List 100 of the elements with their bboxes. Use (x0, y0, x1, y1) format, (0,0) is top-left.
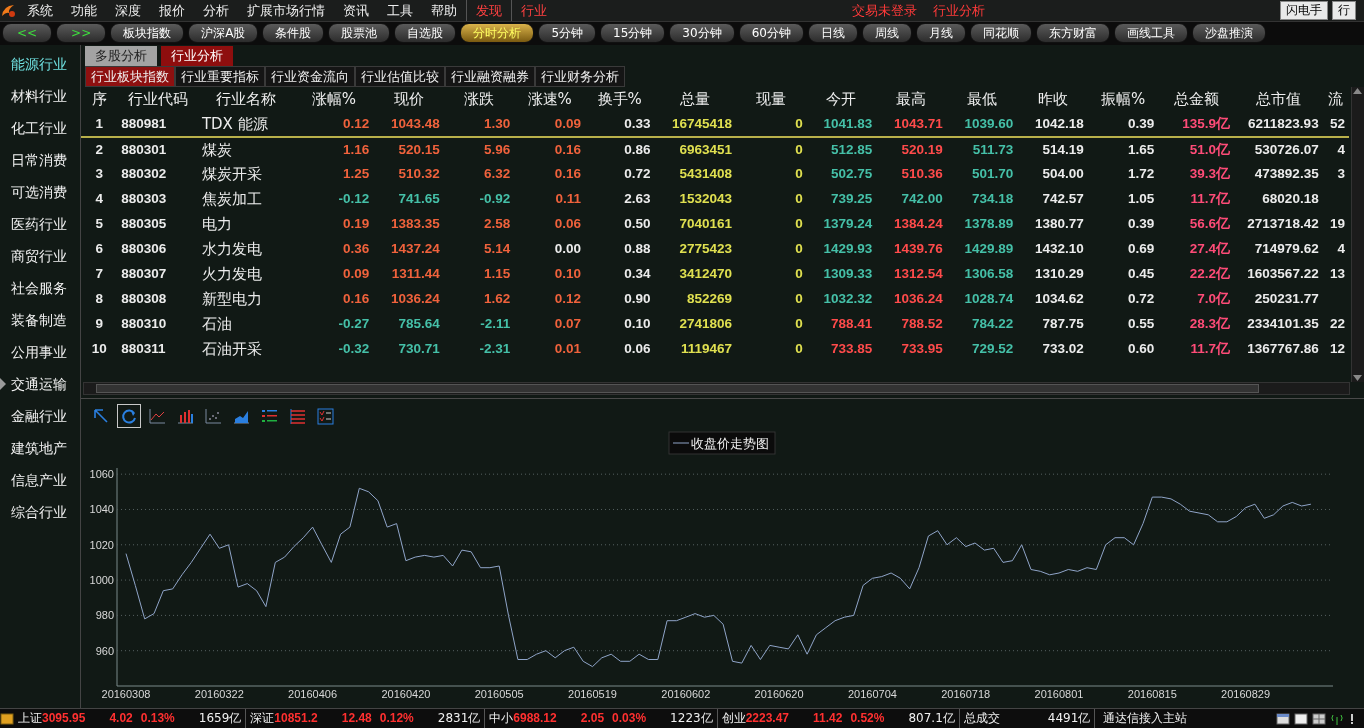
period-tab[interactable]: 条件股 (262, 23, 325, 43)
menu-item[interactable]: 系统 (18, 0, 62, 21)
industry-item[interactable]: 材料行业 (0, 80, 80, 112)
industry-item[interactable]: 社会服务 (0, 272, 80, 304)
table-cell-text: 880311 (120, 340, 167, 359)
column-header[interactable]: 最高 (876, 87, 947, 112)
menu-item[interactable]: 深度 (106, 0, 150, 21)
nav-arrow-button[interactable]: << (2, 23, 53, 43)
sub-tab[interactable]: 行业财务分析 (535, 66, 625, 87)
period-tab[interactable]: 月线 (915, 23, 966, 43)
industry-item[interactable]: 信息产业 (0, 464, 80, 496)
industry-item[interactable]: 化工行业 (0, 112, 80, 144)
table-cell-text: 1306.58 (963, 265, 1015, 284)
table-cell: 1.65 (1087, 137, 1159, 162)
sub-tab[interactable]: 行业估值比较 (355, 66, 445, 87)
x-tick-label: 20160602 (661, 688, 711, 700)
period-tab[interactable]: 5分钟 (538, 23, 597, 43)
table-cell-text: 1312.54 (892, 265, 944, 284)
table-cell-text: 787.75 (1041, 315, 1085, 334)
chart-tool-button[interactable] (117, 404, 141, 428)
table-cell-text: 10 (90, 340, 108, 359)
period-tab[interactable]: 东方财富 (1035, 23, 1110, 43)
column-header[interactable]: 总市值 (1233, 87, 1323, 112)
sub-tab[interactable]: 行业资金流向 (265, 66, 355, 87)
period-tab[interactable]: 日线 (807, 23, 858, 43)
industry-item[interactable]: 装备制造 (0, 304, 80, 336)
period-tab[interactable]: 30分钟 (669, 23, 735, 43)
column-header[interactable]: 昨收 (1017, 87, 1088, 112)
table-cell-text: 0.01 (553, 340, 582, 359)
menu-item[interactable]: 行业 (511, 0, 556, 21)
industry-item[interactable]: 可选消费 (0, 176, 80, 208)
period-tab[interactable]: 同花顺 (969, 23, 1032, 43)
column-header[interactable]: 最低 (946, 87, 1018, 112)
index-name: 中小 (489, 711, 514, 725)
table-cell-text: 0 (794, 315, 804, 334)
column-header[interactable]: 涨速% (514, 87, 585, 112)
column-header[interactable]: 今开 (806, 87, 877, 112)
column-header[interactable]: 换手% (584, 87, 655, 112)
table-cell-text: 3412470 (678, 265, 734, 284)
period-tab[interactable]: 股票池 (328, 23, 391, 43)
column-header[interactable]: 振幅% (1087, 87, 1159, 112)
column-header[interactable]: 行业名称 (197, 87, 295, 112)
y-tick-label: 1040 (89, 503, 114, 516)
table-cell-text: 1378.89 (963, 215, 1015, 234)
table-cell-text: 0.11 (554, 190, 582, 209)
period-tab[interactable]: 画线工具 (1113, 23, 1188, 43)
period-tab[interactable]: 沙盘推演 (1191, 23, 1266, 43)
table-cell: 1.30 (443, 112, 515, 137)
index-percent: 0.13% (140, 710, 175, 727)
period-tab[interactable]: 15分钟 (600, 23, 666, 43)
column-header[interactable]: 流 (1322, 87, 1349, 112)
column-header[interactable]: 现量 (736, 87, 807, 112)
column-header[interactable]: 总量 (654, 87, 737, 112)
view-tab[interactable]: 多股分析 (85, 46, 157, 66)
table-cell-text: 9 (94, 315, 104, 334)
menu-item[interactable]: 扩展市场行情 (238, 0, 334, 21)
period-tab[interactable]: 自选股 (394, 23, 457, 43)
industry-item[interactable]: 商贸行业 (0, 240, 80, 272)
industry-item[interactable]: 日常消费 (0, 144, 80, 176)
menu-item[interactable]: 帮助 (422, 0, 466, 21)
nav-arrow-button[interactable]: >> (56, 23, 107, 43)
vertical-scrollbar[interactable] (1351, 87, 1364, 382)
menu-item[interactable]: 分析 (194, 0, 238, 21)
menu-item[interactable]: 发现 (466, 0, 511, 21)
index-name: 上证 (18, 711, 42, 725)
sub-tab[interactable]: 行业板块指数 (85, 66, 175, 87)
column-header[interactable]: 总金额 (1158, 87, 1234, 112)
index-amount: 807.1亿 (908, 710, 955, 727)
column-header[interactable]: 涨幅% (294, 87, 374, 112)
menu-item[interactable]: 资讯 (334, 0, 378, 21)
menu-item[interactable]: 报价 (150, 0, 194, 21)
industry-item[interactable]: 综合行业 (0, 496, 80, 528)
industry-item[interactable]: 交通运输 (0, 368, 80, 400)
index-name: 深证 (250, 711, 275, 725)
sub-tab[interactable]: 行业融资融券 (445, 66, 535, 87)
industry-item[interactable]: 金融行业 (0, 400, 80, 432)
menu-item[interactable]: 功能 (62, 0, 106, 21)
column-header[interactable]: 行业代码 (117, 87, 198, 112)
period-tab[interactable]: 沪深A股 (188, 23, 259, 43)
line-chart-icon (147, 406, 167, 426)
period-tab[interactable]: 板块指数 (110, 23, 185, 43)
horizontal-scrollbar[interactable] (83, 382, 1350, 395)
menu-item[interactable]: 工具 (378, 0, 422, 21)
table-cell-text: 5 (94, 215, 104, 234)
index-name: 创业 (721, 711, 746, 725)
industry-item[interactable]: 医药行业 (0, 208, 80, 240)
industry-item[interactable]: 能源行业 (0, 48, 80, 80)
sub-tab[interactable]: 行业重要指标 (175, 66, 265, 87)
table-cell: 6211823.93 (1233, 112, 1323, 137)
toolbar-button[interactable]: 行 (1332, 1, 1356, 20)
column-header[interactable]: 涨跌 (443, 87, 515, 112)
period-tab[interactable]: 周线 (861, 23, 912, 43)
toolbar-button[interactable]: 闪电手 (1280, 1, 1328, 20)
period-tab[interactable]: 60分钟 (738, 23, 804, 43)
industry-item[interactable]: 建筑地产 (0, 432, 80, 464)
x-tick-label: 20160322 (194, 688, 244, 700)
industry-item[interactable]: 公用事业 (0, 336, 80, 368)
view-tab[interactable]: 行业分析 (161, 46, 233, 66)
column-header[interactable]: 序 (81, 87, 118, 112)
column-header[interactable]: 现价 (373, 87, 444, 112)
